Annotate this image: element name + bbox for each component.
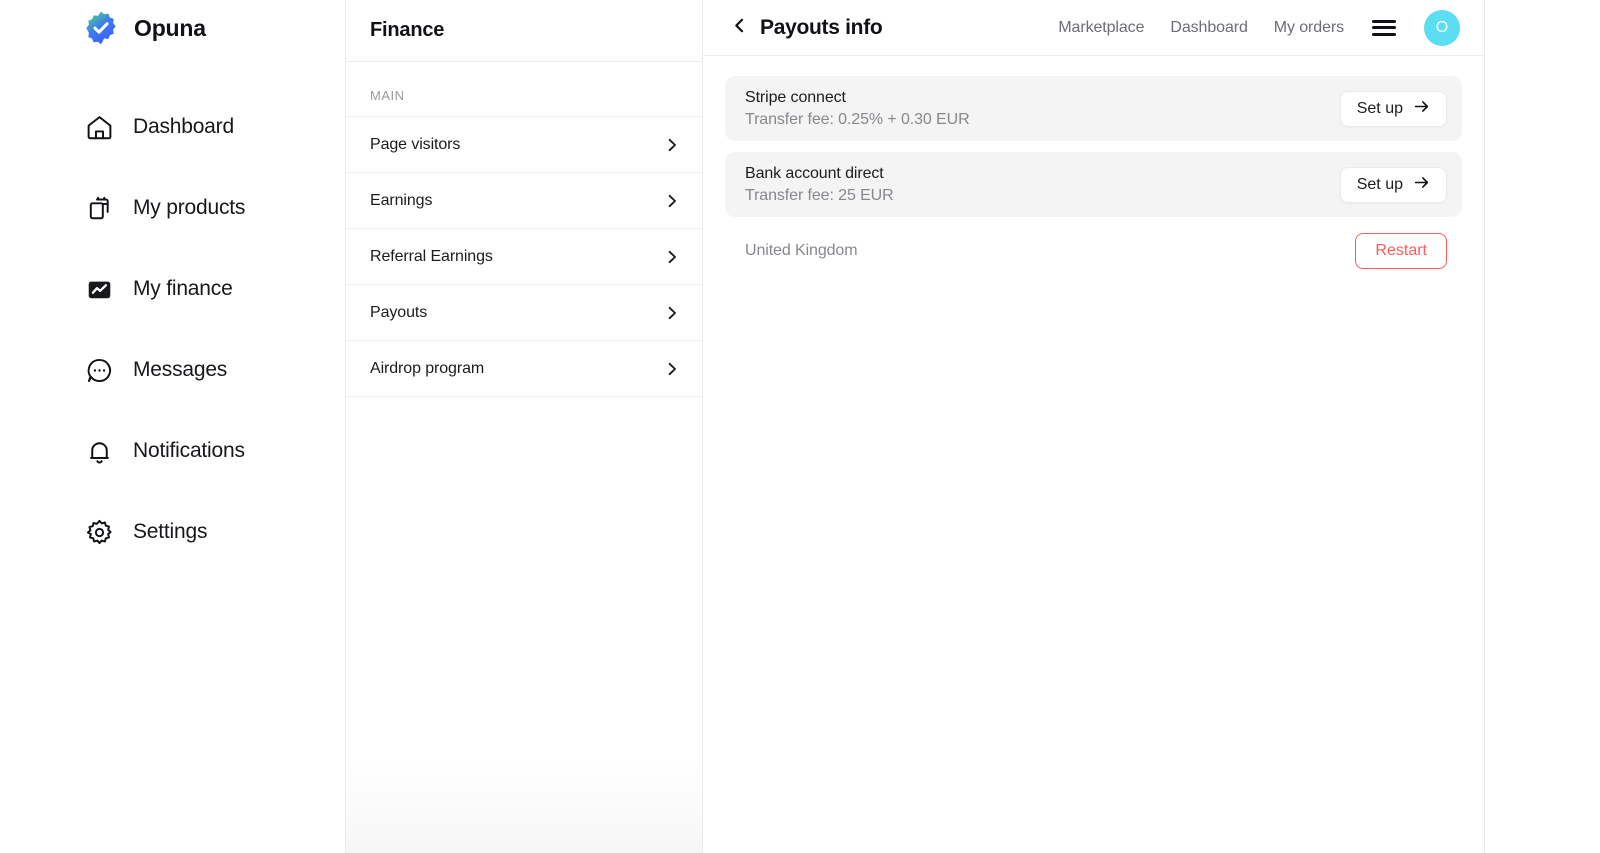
finance-item-payouts[interactable]: Payouts <box>346 285 702 341</box>
restart-button[interactable]: Restart <box>1355 233 1447 269</box>
sidebar-item-my-finance[interactable]: My finance <box>84 264 345 314</box>
chevron-right-icon <box>664 137 680 153</box>
sidebar-item-label: Notifications <box>133 439 245 462</box>
panel-bottom-shadow <box>346 758 702 853</box>
content-right-divider <box>1484 0 1485 853</box>
payouts-methods-list: Stripe connect Transfer fee: 0.25% + 0.3… <box>703 56 1484 274</box>
sidebar-item-label: Settings <box>133 520 208 543</box>
chevron-right-icon <box>664 361 680 377</box>
chart-line-icon <box>84 274 115 305</box>
app-root: Opuna Dashboard My products My finance M… <box>0 0 1600 853</box>
top-navigation: Marketplace Dashboard My orders O <box>1058 9 1460 46</box>
sidebar-item-dashboard[interactable]: Dashboard <box>84 102 345 152</box>
list-item-label: Earnings <box>370 191 433 209</box>
set-up-label: Set up <box>1356 99 1403 117</box>
sidebar-nav: Dashboard My products My finance Message… <box>84 102 345 557</box>
chevron-right-icon <box>664 305 680 321</box>
chat-bubble-icon <box>84 355 115 386</box>
topnav-link-dashboard[interactable]: Dashboard <box>1170 19 1247 37</box>
payout-method-stripe-connect: Stripe connect Transfer fee: 0.25% + 0.3… <box>725 76 1462 141</box>
sidebar-item-settings[interactable]: Settings <box>84 507 345 557</box>
main-sidebar: Opuna Dashboard My products My finance M… <box>0 0 346 853</box>
clipboard-icon <box>84 193 115 224</box>
list-item-label: Payouts <box>370 303 428 321</box>
content-title: Payouts info <box>760 15 883 39</box>
arrow-right-icon <box>1413 98 1430 120</box>
page-title: Finance <box>370 19 445 41</box>
set-up-stripe-button[interactable]: Set up <box>1339 90 1447 127</box>
card-text-group: Stripe connect Transfer fee: 0.25% + 0.3… <box>745 89 970 129</box>
country-row: United Kingdom Restart <box>725 228 1462 274</box>
country-label: United Kingdom <box>745 242 858 259</box>
back-button[interactable]: Payouts info <box>731 15 883 40</box>
sidebar-item-my-products[interactable]: My products <box>84 183 345 233</box>
avatar[interactable]: O <box>1424 9 1460 46</box>
sidebar-item-notifications[interactable]: Notifications <box>84 426 345 476</box>
list-item-label: Page visitors <box>370 135 461 153</box>
payout-method-fee: Transfer fee: 0.25% + 0.30 EUR <box>745 110 970 128</box>
finance-panel-header: Finance <box>346 0 702 62</box>
gear-icon <box>84 517 115 548</box>
finance-item-earnings[interactable]: Earnings <box>346 173 702 229</box>
finance-item-referral-earnings[interactable]: Referral Earnings <box>346 229 702 285</box>
bell-icon <box>84 436 115 467</box>
payouts-info-panel: Payouts info Marketplace Dashboard My or… <box>703 0 1600 853</box>
finance-item-page-visitors[interactable]: Page visitors <box>346 117 702 173</box>
chevron-left-icon <box>731 17 748 39</box>
topnav-link-marketplace[interactable]: Marketplace <box>1058 19 1144 37</box>
brand-logo[interactable]: Opuna <box>84 0 345 56</box>
payout-method-title: Stripe connect <box>745 88 846 106</box>
finance-item-airdrop-program[interactable]: Airdrop program <box>346 341 702 397</box>
sidebar-item-label: My finance <box>133 277 233 300</box>
payout-method-bank-account-direct: Bank account direct Transfer fee: 25 EUR… <box>725 152 1462 217</box>
verified-badge-icon <box>84 11 118 45</box>
list-item-label: Referral Earnings <box>370 247 493 265</box>
section-label-main: MAIN <box>346 62 702 117</box>
content-header: Payouts info Marketplace Dashboard My or… <box>703 0 1484 56</box>
sidebar-item-messages[interactable]: Messages <box>84 345 345 395</box>
list-item-label: Airdrop program <box>370 359 485 377</box>
sidebar-item-label: Messages <box>133 358 228 381</box>
arrow-right-icon <box>1413 174 1430 196</box>
sidebar-item-label: My products <box>133 196 246 219</box>
set-up-bank-button[interactable]: Set up <box>1339 166 1447 203</box>
hamburger-menu-icon[interactable] <box>1372 19 1396 36</box>
chevron-right-icon <box>664 193 680 209</box>
set-up-label: Set up <box>1356 175 1403 193</box>
payout-method-fee: Transfer fee: 25 EUR <box>745 186 894 204</box>
payout-method-title: Bank account direct <box>745 164 884 182</box>
chevron-right-icon <box>664 249 680 265</box>
brand-name: Opuna <box>134 14 206 41</box>
sidebar-item-label: Dashboard <box>133 115 234 138</box>
finance-panel: Finance MAIN Page visitors Earnings Refe… <box>346 0 703 853</box>
card-text-group: Bank account direct Transfer fee: 25 EUR <box>745 165 894 205</box>
topnav-link-my-orders[interactable]: My orders <box>1274 19 1344 37</box>
home-icon <box>84 112 115 143</box>
